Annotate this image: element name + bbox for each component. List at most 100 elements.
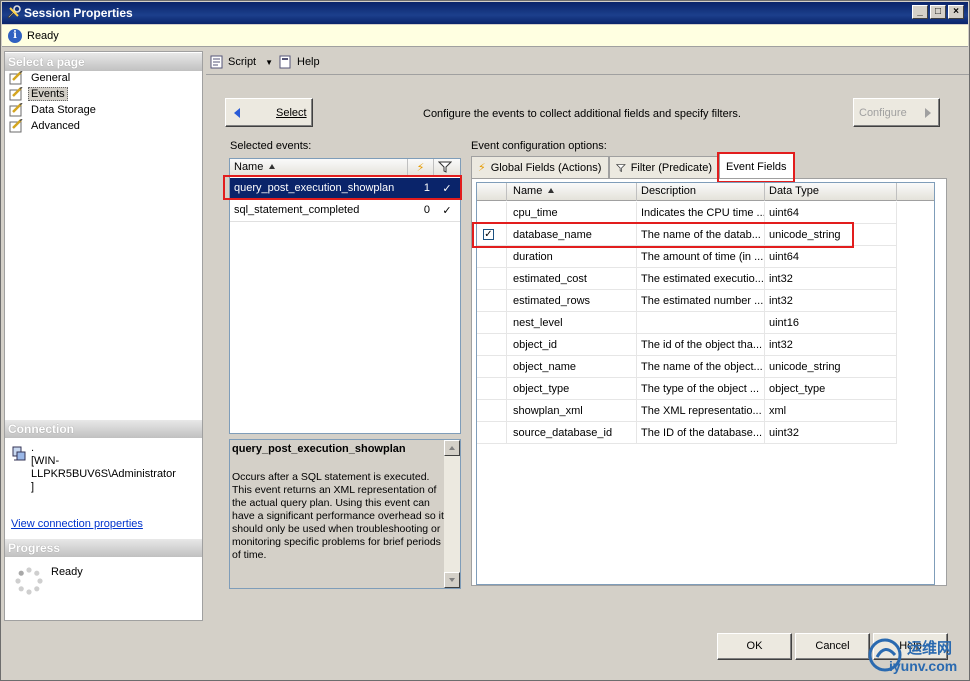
script-icon [210,55,223,69]
scroll-up-icon [449,446,455,450]
checkmark-icon: ✓ [442,183,452,195]
field-description: The id of the object tha... [637,334,765,356]
field-row[interactable]: object_name The name of the object... unic… [477,356,897,378]
field-checkbox-cell[interactable] [477,290,507,312]
field-checkbox-cell[interactable] [477,268,507,290]
connection-text-line: . [31,442,35,454]
field-description: The estimated number ... [637,290,765,312]
column-header-description[interactable]: Description [637,183,765,201]
status-strip: i Ready [2,25,968,47]
description-scrollbar[interactable] [444,440,460,588]
scroll-down-button[interactable] [444,572,460,588]
field-checkbox-cell[interactable] [477,202,507,224]
field-row[interactable]: showplan_xml The XML representatio... xml [477,400,897,422]
maximize-button[interactable]: □ [930,5,946,19]
help-button[interactable]: Help [278,55,320,69]
field-row[interactable]: cpu_time Indicates the CPU time ... uint64 [477,202,897,224]
field-checkbox-cell[interactable] [477,422,507,444]
field-name: object_name [507,356,637,378]
field-checkbox-cell[interactable] [477,400,507,422]
field-data-type: object_type [765,378,897,400]
ok-button[interactable]: OK [717,633,792,660]
cancel-button[interactable]: Cancel [795,633,870,660]
field-checkbox-cell[interactable] [477,312,507,334]
view-connection-properties-link[interactable]: View connection properties [11,518,143,530]
minimize-button[interactable]: _ [912,5,928,19]
field-row[interactable]: nest_level uint16 [477,312,897,334]
session-properties-window: Session Properties _ □ × i Ready Select … [0,0,970,681]
field-description [637,312,765,334]
page-icon [9,103,23,117]
title-bar[interactable]: Session Properties _ □ × [2,2,968,24]
progress-header-label: Progress [8,541,61,555]
event-action-count: 0 [423,204,430,216]
field-data-type: unicode_string [765,224,897,246]
field-row[interactable]: object_id The id of the object tha... int3… [477,334,897,356]
filter-icon [437,161,453,173]
field-checkbox-cell[interactable] [477,378,507,400]
tab-global-fields[interactable]: ⚡ Global Fields (Actions) [471,156,609,178]
field-row[interactable]: duration The amount of time (in ... uint64 [477,246,897,268]
column-header-name[interactable]: Name [507,183,637,201]
column-header-actions[interactable]: ⚡ [408,159,434,177]
connection-header: Connection [5,420,202,438]
column-header-filter[interactable] [434,159,460,177]
lightning-icon: ⚡ [478,162,486,174]
chevron-down-icon[interactable]: ▼ [265,58,273,67]
field-checkbox[interactable]: ✓ [483,229,494,240]
field-row[interactable]: source_database_id The ID of the database… [477,422,897,444]
field-description: The type of the object ... [637,378,765,400]
field-data-type: xml [765,400,897,422]
help-label: Help [297,56,320,68]
select-button[interactable]: Select [225,98,313,127]
event-name: query_post_execution_showplan [234,182,395,194]
tab-event-fields[interactable]: Event Fields [719,153,795,179]
tab-label: Event Fields [726,160,787,173]
field-checkbox-cell[interactable]: ✓ [477,224,507,246]
event-fields-grid[interactable]: Name Description Data Type cpu_time Indic… [476,182,935,585]
progress-header: Progress [5,539,202,557]
column-header-label: Data Type [769,185,819,197]
arrow-left-icon [234,108,240,118]
column-header-label: Description [641,185,697,197]
checkmark-icon: ✓ [442,205,452,217]
page-item-data-storage[interactable]: Data Storage [9,102,99,118]
watermark: 运维网 iyunv.com [867,631,967,677]
select-page-header-label: Select a page [8,55,85,69]
window-title: Session Properties [24,6,133,20]
status-text: Ready [27,30,59,42]
page-label: Events [28,87,68,101]
event-row[interactable]: sql_statement_completed 0 ✓ [230,200,460,222]
help-book-icon [279,55,291,69]
column-header-name[interactable]: Name [230,159,408,177]
field-checkbox-cell[interactable] [477,246,507,268]
scroll-up-button[interactable] [444,440,460,456]
field-description: The name of the object... [637,356,765,378]
progress-spinner-icon [15,567,43,595]
page-item-general[interactable]: General [9,70,73,86]
arrow-right-icon [925,108,931,118]
field-row[interactable]: ✓ database_name The name of the datab... un… [477,224,897,246]
sort-ascending-icon [269,164,276,169]
tab-filter-predicate[interactable]: Filter (Predicate) [609,156,719,178]
field-row[interactable]: object_type The type of the object ... obj… [477,378,897,400]
page-item-events[interactable]: Events [9,86,68,102]
selected-events-label: Selected events: [230,140,312,152]
page-item-advanced[interactable]: Advanced [9,118,83,134]
column-header-data-type[interactable]: Data Type [765,183,897,201]
selected-events-grid[interactable]: Name ⚡ query_post_execution_showplan 1 ✓… [229,158,461,434]
watermark-cn: 运维网 [907,640,953,657]
tab-label: Global Fields (Actions) [490,161,602,174]
field-description: Indicates the CPU time ... [637,202,765,224]
filter-icon [616,163,626,172]
configure-button[interactable]: Configure [853,98,940,127]
field-checkbox-cell[interactable] [477,334,507,356]
field-checkbox-cell[interactable] [477,356,507,378]
field-row[interactable]: estimated_rows The estimated number ... in… [477,290,897,312]
close-button[interactable]: × [948,5,964,19]
config-options-label: Event configuration options: [471,140,607,152]
script-button[interactable]: Script ▼ [209,55,273,69]
field-row[interactable]: estimated_cost The estimated executio... i… [477,268,897,290]
page-label: Data Storage [31,104,96,116]
event-row[interactable]: query_post_execution_showplan 1 ✓ [230,178,460,200]
